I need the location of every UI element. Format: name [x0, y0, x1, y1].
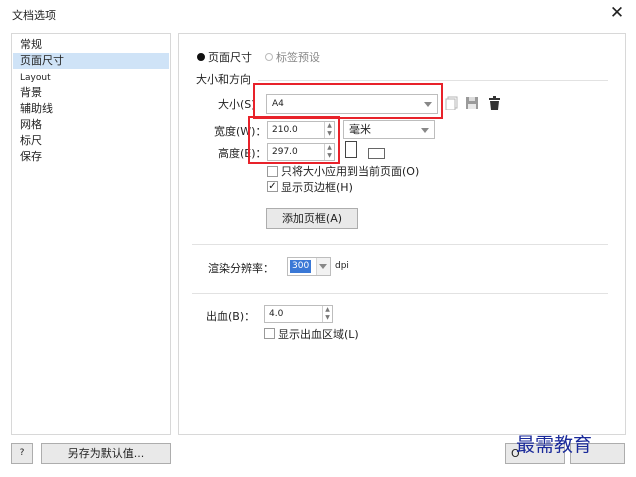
render-resolution-label: 渲染分辨率： [208, 262, 274, 275]
section-divider [192, 244, 608, 245]
render-resolution-combo[interactable]: 300 [287, 257, 331, 276]
apply-current-page-label[interactable]: 只将大小应用到当前页面(O) [281, 163, 419, 179]
spin-down-icon[interactable]: ▼ [322, 314, 332, 322]
chevron-down-icon [319, 264, 327, 269]
bleed-label: 出血(B)： [206, 310, 256, 323]
show-page-border-checkbox[interactable]: ✓ [267, 181, 278, 192]
label-preset-radio-label[interactable]: 标签预设 [276, 49, 320, 65]
save-as-default-button[interactable]: 另存为默认值... [41, 443, 171, 464]
landscape-icon[interactable] [368, 148, 385, 159]
show-page-border-label[interactable]: 显示页边框(H) [281, 179, 353, 195]
render-resolution-value: 300 [290, 260, 312, 273]
sidebar: 常规 页面尺寸 Layout 背景 辅助线 网格 标尺 保存 [11, 33, 171, 435]
close-icon[interactable]: ✕ [604, 2, 630, 24]
spin-up-icon[interactable]: ▲ [322, 306, 332, 314]
help-button[interactable]: ? [11, 443, 33, 464]
sidebar-item-background[interactable]: 背景 [13, 85, 169, 101]
sidebar-item-save[interactable]: 保存 [13, 149, 169, 165]
chevron-down-icon [421, 128, 429, 133]
sidebar-item-layout[interactable]: Layout [13, 70, 169, 86]
render-resolution-unit: dpi [335, 261, 349, 271]
sidebar-item-grid[interactable]: 网格 [13, 117, 169, 133]
sidebar-item-general[interactable]: 常规 [13, 37, 169, 53]
show-bleed-area-checkbox[interactable] [264, 328, 275, 339]
label-preset-radio[interactable] [265, 53, 273, 61]
highlight-box-size [253, 83, 443, 119]
section-title-size-orientation: 大小和方向 [196, 73, 251, 86]
title-bar: 文档选项 ✕ [0, 0, 636, 28]
bleed-input-value: 4.0 [269, 309, 284, 319]
size-label: 大小(S) [218, 98, 256, 111]
show-bleed-area-label[interactable]: 显示出血区域(L) [278, 326, 359, 342]
copy-icon[interactable] [445, 96, 459, 110]
page-size-radio-label[interactable]: 页面尺寸 [208, 49, 252, 65]
render-resolution-dropdown[interactable] [316, 258, 330, 275]
highlight-box-dimensions [248, 116, 340, 164]
window-title: 文档选项 [12, 9, 56, 22]
sidebar-item-guidelines[interactable]: 辅助线 [13, 101, 169, 117]
apply-current-page-checkbox[interactable] [267, 166, 278, 177]
trash-icon[interactable] [488, 96, 501, 110]
portrait-icon[interactable] [345, 141, 357, 158]
section-divider [258, 80, 608, 81]
unit-dropdown-value: 毫米 [349, 123, 371, 136]
bleed-input[interactable]: 4.0 ▲ ▼ [264, 305, 333, 323]
sidebar-item-rulers[interactable]: 标尺 [13, 133, 169, 149]
page-size-radio[interactable] [197, 53, 205, 61]
unit-dropdown[interactable]: 毫米 [343, 120, 435, 139]
section-divider [192, 293, 608, 294]
save-icon[interactable] [465, 96, 479, 110]
sidebar-item-page-size[interactable]: 页面尺寸 [13, 53, 169, 69]
watermark-logo: 最需教育 [516, 434, 593, 456]
add-page-frame-button[interactable]: 添加页框(A) [266, 208, 358, 229]
